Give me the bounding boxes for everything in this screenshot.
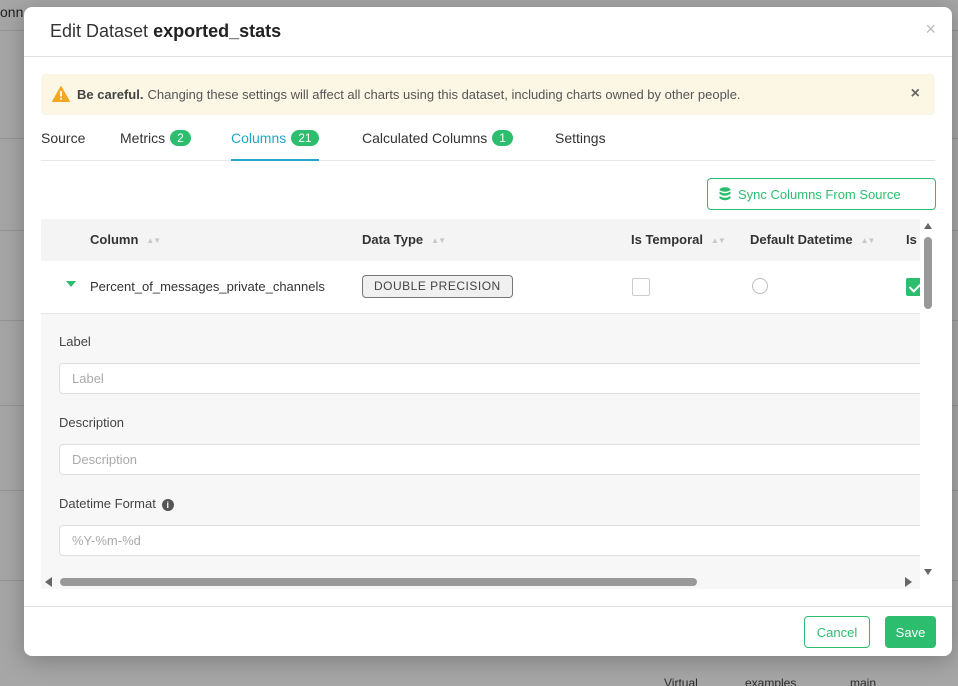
warning-icon: [52, 86, 70, 102]
tab-label: Calculated Columns: [362, 130, 488, 146]
modal-title-prefix: Edit Dataset: [50, 21, 149, 41]
sort-icon: ▲▼: [146, 236, 161, 245]
horizontal-scrollbar[interactable]: [41, 574, 920, 590]
description-input[interactable]: [59, 444, 920, 475]
sync-columns-button[interactable]: Sync Columns From Source: [707, 178, 936, 210]
sync-columns-label: Sync Columns From Source: [738, 186, 901, 202]
warning-alert: Be careful. Changing these settings will…: [41, 74, 935, 115]
sort-icon: ▲▼: [860, 236, 876, 245]
tab-calculated-columns[interactable]: Calculated Columns 1: [362, 130, 513, 161]
header-default-datetime[interactable]: Default Datetime ▲▼: [750, 232, 876, 247]
tab-count-badge: 2: [170, 130, 191, 146]
cancel-button[interactable]: Cancel: [804, 616, 870, 648]
tab-label: Columns: [231, 130, 287, 146]
description-field-label: Description: [59, 415, 125, 430]
expand-caret-icon[interactable]: [66, 281, 76, 287]
scroll-left-icon[interactable]: [45, 577, 52, 587]
header-label: Default Datetime: [750, 232, 853, 247]
label-field-label: Label: [59, 334, 91, 349]
tab-label: Settings: [555, 130, 606, 146]
datetime-format-field-label: Datetime Format i: [59, 496, 174, 511]
alert-message: Changing these settings will affect all …: [147, 87, 741, 102]
columns-table: Column ▲▼ Data Type ▲▼ Is Temporal ▲▼ Defau…: [41, 219, 920, 589]
tab-label: Source: [41, 130, 86, 146]
header-label: Is: [906, 232, 917, 247]
tab-label: Metrics: [120, 130, 166, 146]
vertical-scrollbar[interactable]: [920, 219, 936, 579]
table-row: Percent_of_messages_private_channels DOU…: [41, 261, 920, 313]
modal-footer: Cancel Save: [24, 606, 952, 656]
is-filterable-checkbox[interactable]: [906, 278, 920, 296]
default-datetime-radio[interactable]: [752, 278, 768, 294]
tab-count-badge: 1: [492, 130, 513, 146]
header-label: Is Temporal: [631, 232, 704, 247]
datetime-format-input[interactable]: [59, 525, 920, 556]
header-data-type[interactable]: Data Type ▲▼: [362, 232, 446, 247]
sort-icon: ▲▼: [431, 236, 446, 245]
info-icon[interactable]: i: [161, 499, 174, 511]
tab-settings[interactable]: Settings: [555, 130, 606, 161]
save-button[interactable]: Save: [885, 616, 936, 648]
sort-icon: ▲▼: [711, 236, 726, 245]
scroll-down-icon[interactable]: [924, 569, 932, 575]
tab-columns[interactable]: Columns 21: [231, 130, 319, 161]
header-is-temporal[interactable]: Is Temporal ▲▼: [631, 232, 726, 247]
modal-title-dataset: exported_stats: [153, 21, 282, 41]
tab-count-badge: 21: [291, 130, 319, 146]
alert-close-icon[interactable]: ×: [911, 85, 920, 103]
column-name: Percent_of_messages_private_channels: [90, 279, 325, 294]
table-header: Column ▲▼ Data Type ▲▼ Is Temporal ▲▼ Defau…: [41, 219, 920, 261]
scroll-up-icon[interactable]: [924, 223, 932, 229]
tab-source[interactable]: Source: [41, 130, 85, 161]
modal-close-icon[interactable]: ×: [925, 19, 936, 40]
header-column[interactable]: Column ▲▼: [90, 232, 161, 247]
tab-metrics[interactable]: Metrics 2: [120, 130, 191, 161]
header-label: Data Type: [362, 232, 424, 247]
data-type-tag: DOUBLE PRECISION: [362, 275, 513, 298]
scroll-right-icon[interactable]: [905, 577, 912, 587]
horizontal-scroll-thumb[interactable]: [60, 578, 697, 586]
modal-title: Edit Dataset exported_stats: [50, 21, 281, 42]
edit-dataset-modal: Edit Dataset exported_stats × Be careful…: [24, 7, 952, 656]
alert-strong: Be careful.: [77, 87, 144, 102]
modal-header: Edit Dataset exported_stats ×: [24, 7, 952, 57]
datetime-format-label-text: Datetime Format: [59, 496, 156, 511]
header-label: Column: [90, 232, 139, 247]
expanded-row-panel: Label Description Datetime Format i: [41, 313, 920, 589]
tab-bar: Source Metrics 2 Columns 21 Calculated Col…: [41, 127, 935, 161]
is-temporal-checkbox[interactable]: [632, 278, 650, 296]
header-is-filterable[interactable]: Is: [906, 232, 917, 247]
label-input[interactable]: [59, 363, 920, 394]
database-icon: [719, 187, 731, 201]
vertical-scroll-thumb[interactable]: [924, 237, 932, 309]
